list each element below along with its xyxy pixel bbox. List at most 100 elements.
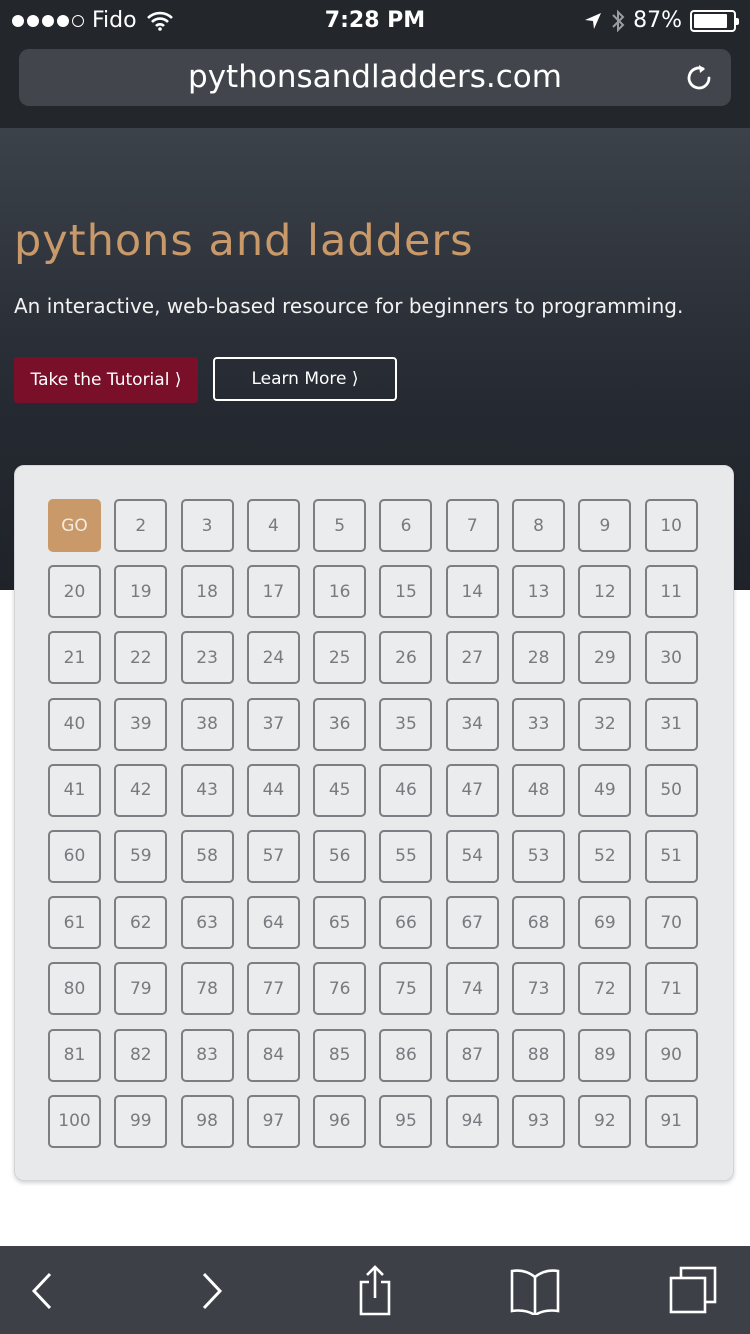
board-square[interactable]: 33 (512, 697, 566, 751)
board-square[interactable]: 29 (578, 631, 632, 685)
back-button[interactable] (16, 1264, 70, 1318)
board-square[interactable]: 21 (48, 631, 101, 685)
board-square[interactable]: 27 (445, 631, 499, 685)
board-square[interactable]: 78 (180, 962, 234, 1016)
board-square[interactable]: 66 (379, 896, 433, 950)
board-square[interactable]: 77 (246, 962, 300, 1016)
board-square[interactable]: 41 (48, 763, 101, 817)
board-square[interactable]: 74 (445, 962, 499, 1016)
reload-icon[interactable] (683, 62, 715, 94)
url-text[interactable]: pythonsandladders.com (19, 49, 731, 106)
board-square[interactable]: 34 (445, 697, 499, 751)
board-square[interactable]: 50 (644, 763, 698, 817)
share-button[interactable] (348, 1264, 402, 1318)
forward-button[interactable] (184, 1264, 238, 1318)
board-square[interactable]: 5 (313, 499, 367, 552)
board-square[interactable]: 90 (644, 1028, 698, 1082)
board-square[interactable]: 11 (644, 565, 698, 619)
board-square[interactable]: 51 (644, 829, 698, 883)
board-square[interactable]: 68 (512, 896, 566, 950)
tabs-icon[interactable] (667, 1265, 719, 1317)
back-icon[interactable] (28, 1271, 58, 1311)
board-square[interactable]: 81 (48, 1028, 101, 1082)
board-square[interactable]: 91 (644, 1094, 698, 1148)
board-square[interactable]: 95 (379, 1094, 433, 1148)
go-square[interactable]: GO (48, 499, 101, 552)
take-tutorial-button[interactable]: Take the Tutorial ⟩ (14, 357, 198, 403)
board-square[interactable]: 97 (246, 1094, 300, 1148)
board-square[interactable]: 54 (445, 829, 499, 883)
board-square[interactable]: 30 (644, 631, 698, 685)
forward-icon[interactable] (196, 1271, 226, 1311)
board-square[interactable]: 48 (512, 763, 566, 817)
board-square[interactable]: 40 (48, 697, 101, 751)
board-square[interactable]: 43 (180, 763, 234, 817)
board-square[interactable]: 57 (246, 829, 300, 883)
board-square[interactable]: 15 (379, 565, 433, 619)
board-square[interactable]: 58 (180, 829, 234, 883)
board-square[interactable]: 32 (578, 697, 632, 751)
bookmarks-icon[interactable] (509, 1267, 561, 1315)
board-square[interactable]: 12 (578, 565, 632, 619)
board-square[interactable]: 13 (512, 565, 566, 619)
board-square[interactable]: 85 (313, 1028, 367, 1082)
board-square[interactable]: 36 (313, 697, 367, 751)
board-square[interactable]: 98 (180, 1094, 234, 1148)
board-square[interactable]: 52 (578, 829, 632, 883)
board-square[interactable]: 59 (114, 829, 168, 883)
board-square[interactable]: 86 (379, 1028, 433, 1082)
tabs-button[interactable] (666, 1264, 720, 1318)
board-square[interactable]: 46 (379, 763, 433, 817)
board-square[interactable]: 79 (114, 962, 168, 1016)
board-square[interactable]: 71 (644, 962, 698, 1016)
board-square[interactable]: 67 (445, 896, 499, 950)
board-square[interactable]: 53 (512, 829, 566, 883)
board-square[interactable]: 64 (246, 896, 300, 950)
board-square[interactable]: 35 (379, 697, 433, 751)
board-square[interactable]: 39 (114, 697, 168, 751)
board-square[interactable]: 61 (48, 896, 101, 950)
board-square[interactable]: 76 (313, 962, 367, 1016)
board-square[interactable]: 37 (246, 697, 300, 751)
board-square[interactable]: 87 (445, 1028, 499, 1082)
board-square[interactable]: 19 (114, 565, 168, 619)
board-square[interactable]: 92 (578, 1094, 632, 1148)
bookmarks-button[interactable] (508, 1264, 562, 1318)
board-square[interactable]: 22 (114, 631, 168, 685)
board-square[interactable]: 28 (512, 631, 566, 685)
board-square[interactable]: 63 (180, 896, 234, 950)
share-icon[interactable] (355, 1264, 395, 1318)
board-square[interactable]: 6 (379, 499, 433, 552)
board-square[interactable]: 7 (445, 499, 499, 552)
board-square[interactable]: 26 (379, 631, 433, 685)
board-square[interactable]: 82 (114, 1028, 168, 1082)
board-square[interactable]: 56 (313, 829, 367, 883)
board-square[interactable]: 2 (114, 499, 168, 552)
board-square[interactable]: 88 (512, 1028, 566, 1082)
board-square[interactable]: 25 (313, 631, 367, 685)
board-square[interactable]: 69 (578, 896, 632, 950)
board-square[interactable]: 75 (379, 962, 433, 1016)
board-square[interactable]: 70 (644, 896, 698, 950)
board-square[interactable]: 9 (578, 499, 632, 552)
board-square[interactable]: 3 (180, 499, 234, 552)
learn-more-button[interactable]: Learn More ⟩ (213, 357, 397, 401)
board-square[interactable]: 55 (379, 829, 433, 883)
board-square[interactable]: 31 (644, 697, 698, 751)
board-square[interactable]: 24 (246, 631, 300, 685)
board-square[interactable]: 10 (644, 499, 698, 552)
board-square[interactable]: 96 (313, 1094, 367, 1148)
board-square[interactable]: 99 (114, 1094, 168, 1148)
board-square[interactable]: 89 (578, 1028, 632, 1082)
board-square[interactable]: 94 (445, 1094, 499, 1148)
board-square[interactable]: 18 (180, 565, 234, 619)
board-square[interactable]: 65 (313, 896, 367, 950)
board-square[interactable]: 49 (578, 763, 632, 817)
board-square[interactable]: 16 (313, 565, 367, 619)
board-square[interactable]: 73 (512, 962, 566, 1016)
board-square[interactable]: 42 (114, 763, 168, 817)
board-square[interactable]: 100 (48, 1094, 101, 1148)
board-square[interactable]: 47 (445, 763, 499, 817)
board-square[interactable]: 4 (246, 499, 300, 552)
board-square[interactable]: 45 (313, 763, 367, 817)
